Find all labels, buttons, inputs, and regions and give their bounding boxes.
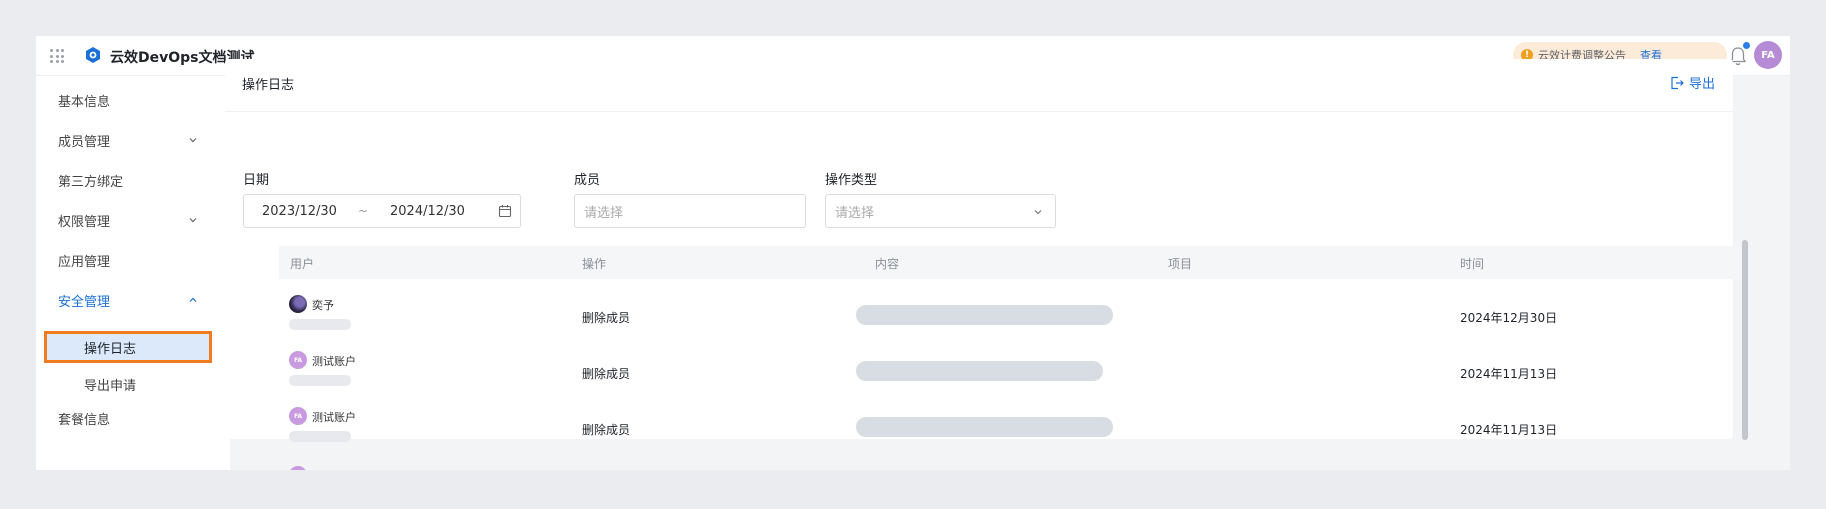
sidebar-item-security[interactable]: 安全管理 xyxy=(36,280,230,320)
date-range-picker[interactable]: 2023/12/30 ~ 2024/12/30 xyxy=(243,194,521,228)
sidebar-subitem-operation-log[interactable]: 操作日志 xyxy=(44,331,212,363)
table-row[interactable]: FA 测试账户 删除成员 2024年11月13日 xyxy=(279,343,1743,399)
redacted-content xyxy=(856,417,1113,437)
table-row[interactable]: 奕予 删除成员 2024年12月30日 xyxy=(279,287,1743,343)
sidebar-item-label: 权限管理 xyxy=(58,214,111,230)
notification-dot xyxy=(1743,42,1750,49)
sidebar-item-label: 应用管理 xyxy=(58,254,111,270)
sidebar-item-label: 套餐信息 xyxy=(58,412,111,428)
redacted-content xyxy=(856,305,1113,325)
sidebar: 基本信息 成员管理 第三方绑定 权限管理 应用管理 安全管理 操作日志 导出申请… xyxy=(36,76,230,470)
devops-logo-icon xyxy=(86,47,100,63)
card-divider xyxy=(225,111,1733,112)
column-header-project: 项目 xyxy=(1168,257,1193,271)
date-end-value: 2024/12/30 xyxy=(390,203,465,219)
chevron-up-icon xyxy=(189,297,197,302)
sidebar-subitem-export-requests[interactable]: 导出申请 xyxy=(44,370,208,398)
export-label: 导出 xyxy=(1688,77,1715,92)
chevron-down-icon xyxy=(189,218,197,223)
operation-cell: 删除成员 xyxy=(582,423,631,437)
date-start-value: 2023/12/30 xyxy=(262,203,337,219)
member-placeholder: 请选择 xyxy=(584,205,624,221)
date-separator: ~ xyxy=(358,204,369,218)
operation-type-placeholder: 请选择 xyxy=(835,205,875,221)
column-header-time: 时间 xyxy=(1460,257,1485,271)
export-button[interactable]: 导出 xyxy=(1670,73,1715,92)
user-initials-avatar: FA xyxy=(289,351,307,369)
page-title: 操作日志 xyxy=(242,78,295,93)
sidebar-item-apps[interactable]: 应用管理 xyxy=(36,240,230,280)
sidebar-item-label: 第三方绑定 xyxy=(58,174,124,190)
sidebar-item-basic-info[interactable]: 基本信息 xyxy=(36,80,230,120)
time-cell: 2024年11月13日 xyxy=(1460,367,1558,381)
sidebar-item-third-party[interactable]: 第三方绑定 xyxy=(36,160,230,200)
operation-type-select[interactable]: 请选择 xyxy=(825,194,1056,228)
table-row[interactable]: FA 测试账户 删除成员 2024年11月13日 xyxy=(279,399,1743,455)
user-name: 测试账户 xyxy=(312,411,356,424)
sidebar-item-plan-info[interactable]: 套餐信息 xyxy=(36,398,230,438)
sidebar-subitem-label: 操作日志 xyxy=(84,341,137,357)
time-cell: 2024年12月30日 xyxy=(1460,311,1558,325)
chevron-down-icon xyxy=(1034,210,1042,215)
user-avatar[interactable]: FA xyxy=(1754,41,1782,69)
operation-cell: 删除成员 xyxy=(582,367,631,381)
column-header-user: 用户 xyxy=(290,257,315,271)
sidebar-item-permissions[interactable]: 权限管理 xyxy=(36,200,230,240)
table-header: 用户 操作 内容 项目 时间 xyxy=(279,246,1742,279)
sidebar-subitem-label: 导出申请 xyxy=(84,378,137,394)
column-header-operation: 操作 xyxy=(582,257,607,271)
redacted-user-detail xyxy=(289,319,351,330)
member-filter-label: 成员 xyxy=(574,173,601,188)
page-bottom-margin xyxy=(0,470,1826,509)
table-scrollbar[interactable] xyxy=(1742,240,1748,440)
column-header-content: 内容 xyxy=(875,257,900,271)
export-icon xyxy=(1671,76,1684,89)
user-initials-avatar: FA xyxy=(289,407,307,425)
time-cell: 2024年11月13日 xyxy=(1460,423,1558,437)
redacted-content xyxy=(856,361,1103,381)
chevron-down-icon xyxy=(189,138,197,143)
sidebar-item-members[interactable]: 成员管理 xyxy=(36,120,230,160)
sidebar-item-label: 基本信息 xyxy=(58,94,111,110)
sidebar-item-label: 成员管理 xyxy=(58,134,111,150)
operation-cell: 删除成员 xyxy=(582,311,631,325)
date-filter-label: 日期 xyxy=(243,173,270,188)
operation-type-filter-label: 操作类型 xyxy=(825,173,878,188)
user-name: 测试账户 xyxy=(312,355,356,368)
calendar-icon[interactable] xyxy=(498,204,512,218)
user-name: 奕予 xyxy=(312,299,334,312)
sidebar-item-label: 安全管理 xyxy=(58,294,111,310)
redacted-user-detail xyxy=(289,431,351,442)
redacted-user-detail xyxy=(289,375,351,386)
member-select[interactable]: 请选择 xyxy=(574,194,806,228)
apps-grid-icon[interactable] xyxy=(50,49,64,63)
user-photo-avatar xyxy=(289,295,307,313)
